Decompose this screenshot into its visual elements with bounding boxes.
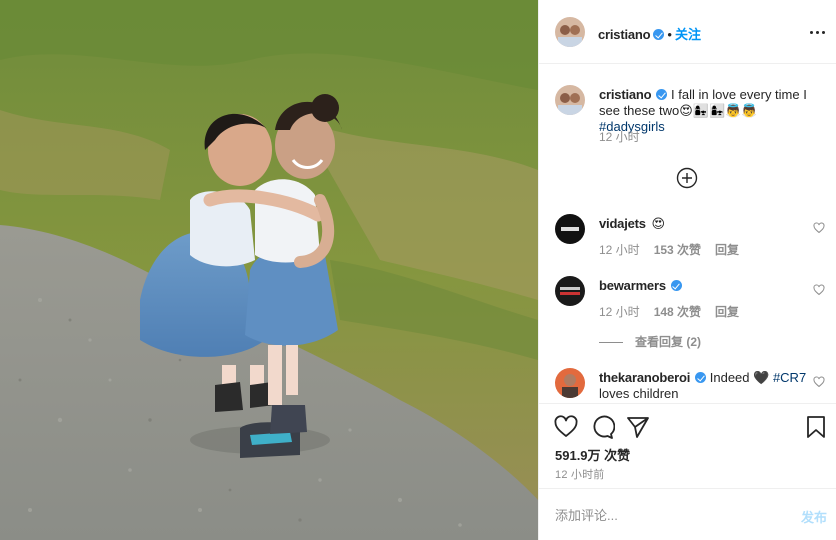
comment-item: bewarmers 12 小时 148 次赞 回复 (555, 273, 825, 323)
caption-username[interactable]: cristiano (599, 87, 652, 102)
post-time[interactable]: 12 小时前 (555, 466, 605, 482)
action-bar: 591.9万 次赞 12 小时前 (539, 403, 836, 487)
comment-meta: 12 小时 148 次赞 回复 (599, 303, 753, 320)
caption-time: 12 小时 (599, 130, 640, 144)
comment-meta: 12 小时 153 次赞 回复 (599, 241, 753, 258)
instagram-post: cristiano • 关注 cristiano I fall in love ev… (0, 0, 836, 540)
avatar[interactable] (555, 17, 585, 47)
header-user: cristiano • 关注 (598, 24, 701, 43)
follow-button[interactable]: 关注 (675, 27, 701, 42)
comment-body-2: loves children (599, 386, 679, 401)
post-image[interactable] (0, 0, 538, 540)
avatar[interactable] (555, 368, 585, 398)
bookmark-icon[interactable] (803, 414, 829, 440)
post-side-panel: cristiano • 关注 cristiano I fall in love ev… (538, 0, 836, 540)
post-photo-illustration (0, 0, 538, 540)
replies-divider (599, 342, 623, 344)
avatar[interactable] (555, 214, 585, 244)
comment-text: thekaranoberoi Indeed 🖤 #CR7 loves child… (599, 370, 809, 402)
comment-text: vidajets 😍 (599, 216, 809, 232)
verified-icon (653, 29, 665, 40)
comment-time: 12 小时 (599, 305, 640, 319)
comment-input[interactable] (555, 504, 775, 526)
comment-username[interactable]: thekaranoberoi (599, 370, 690, 385)
comment-text: bewarmers (599, 278, 809, 294)
caption: cristiano I fall in love every time I se… (555, 82, 825, 152)
heart-icon[interactable] (813, 222, 825, 234)
more-options-icon[interactable] (809, 24, 825, 40)
comment-item: vidajets 😍 12 小时 153 次赞 回复 (555, 211, 825, 261)
heart-icon[interactable] (813, 284, 825, 296)
comment-body: 😍 (651, 216, 666, 231)
comment-username[interactable]: vidajets (599, 216, 646, 231)
heart-icon[interactable] (813, 376, 825, 388)
reply-button[interactable]: 回复 (715, 243, 739, 257)
comment-hashtag[interactable]: #CR7 (773, 370, 806, 385)
plus-circle-icon[interactable] (672, 163, 702, 193)
post-header: cristiano • 关注 (539, 0, 836, 64)
post-comment-button[interactable]: 发布 (801, 507, 827, 526)
share-icon[interactable] (625, 414, 651, 440)
likes-count[interactable]: 591.9万 次赞 (555, 445, 630, 464)
avatar[interactable] (555, 85, 585, 115)
comment-time: 12 小时 (599, 243, 640, 257)
verified-icon (656, 89, 668, 100)
comments-list[interactable]: cristiano I fall in love every time I se… (539, 65, 836, 403)
add-comment-bar: 发布 (539, 488, 836, 540)
avatar[interactable] (555, 276, 585, 306)
view-replies-button[interactable]: 查看回复 (2) (599, 333, 701, 350)
comment-likes[interactable]: 153 次赞 (654, 243, 701, 257)
comment-likes[interactable]: 148 次赞 (654, 305, 701, 319)
comment-icon[interactable] (589, 414, 616, 440)
comment-item: thekaranoberoi Indeed 🖤 #CR7 loves child… (555, 365, 825, 403)
header-username[interactable]: cristiano (598, 27, 651, 42)
verified-icon (695, 372, 707, 383)
comment-body: Indeed 🖤 (709, 370, 770, 385)
verified-icon (670, 280, 682, 291)
heart-icon[interactable] (553, 414, 579, 440)
reply-button[interactable]: 回复 (715, 305, 739, 319)
comment-username[interactable]: bewarmers (599, 278, 666, 293)
header-separator: • (667, 27, 672, 42)
